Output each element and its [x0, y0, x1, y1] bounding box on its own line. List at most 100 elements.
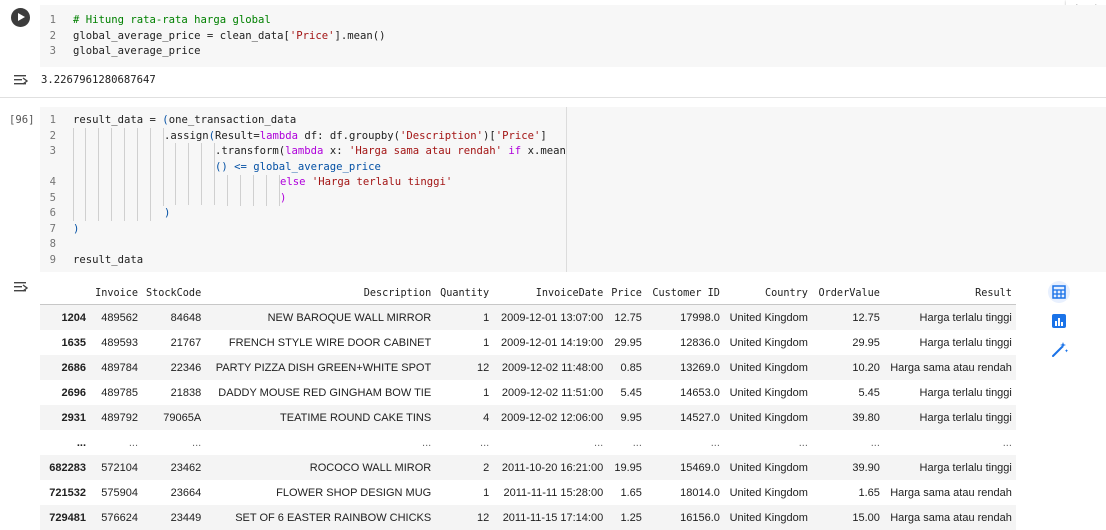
table-cell: 21838	[170, 386, 202, 399]
table-cell: 1.65	[620, 486, 642, 499]
table-cell: ...	[710, 436, 720, 449]
table-cell: 23449	[142, 505, 206, 530]
table-cell: 15.00	[811, 505, 884, 530]
table-cell: United Kingdom	[723, 505, 812, 530]
table-cell: United Kingdom	[729, 336, 808, 349]
table-cell: ...	[128, 436, 138, 449]
column-header: OrderValue	[811, 282, 884, 305]
table-cell: 1.65	[858, 486, 880, 499]
table-cell: ...	[422, 436, 432, 449]
table-cell: 2009-12-02 11:51:00	[501, 386, 604, 399]
table-cell: 489792	[90, 405, 142, 430]
table-cell: ...	[594, 436, 604, 449]
column-header: Invoice	[90, 282, 142, 305]
table-cell: Harga sama atau rendah	[883, 505, 1016, 530]
table-cell: 39.90	[811, 455, 884, 480]
chart-icon	[1052, 314, 1066, 328]
table-cell: Harga sama atau rendah	[883, 355, 1016, 380]
table-cell: 1	[483, 386, 490, 399]
table-cell: 1	[435, 304, 494, 330]
cell-separator	[0, 97, 1106, 98]
table-cell: United Kingdom	[723, 304, 812, 330]
column-header: StockCode	[142, 282, 206, 305]
table-row: 2931 489792 79065A TEATIME ROUND CAKE TINS 4…	[40, 405, 1016, 430]
table-cell: 2	[435, 455, 494, 480]
table-cell: 489785	[101, 386, 138, 399]
magic-suggest-button[interactable]	[1048, 339, 1070, 361]
table-cell: ...	[798, 436, 808, 449]
table-cell: 29.95	[852, 336, 880, 349]
line-numbers-2: 1 2 3 4 5 6 7 8 9	[49, 114, 56, 266]
table-cell: 23664	[170, 486, 202, 499]
table-cell: 2011-11-15 17:14:00	[493, 505, 608, 530]
row-index: 2931	[40, 405, 90, 430]
execution-count: [96]	[9, 114, 35, 126]
table-cell: United Kingdom	[723, 355, 812, 380]
table-cell: United Kingdom	[729, 386, 808, 399]
table-cell: United Kingdom	[729, 486, 808, 499]
table-cell: 1	[483, 336, 490, 349]
table-cell: 489784	[90, 355, 142, 380]
table-cell: 0.85	[607, 355, 646, 380]
table-cell: 15469.0	[645, 455, 724, 480]
table-cell: ...	[480, 436, 490, 449]
run-cell-button[interactable]	[11, 8, 30, 27]
table-cell: Harga terlalu tinggi	[883, 455, 1016, 480]
table-cell: 12	[435, 505, 494, 530]
table-row: 682283 572104 23462 ROCOCO WALL MIROR 2 2011-…	[40, 455, 1016, 480]
table-cell: 2011-11-11 15:28:00	[503, 486, 604, 499]
table-cell: 84648	[142, 304, 206, 330]
table-cell: 572104	[90, 455, 142, 480]
table-cell: Harga terlalu tinggi	[919, 386, 1012, 399]
column-header: Country	[723, 282, 812, 305]
table-header-row: Invoice StockCode Description Quantity I…	[40, 282, 1016, 305]
table-cell: 489593	[101, 336, 138, 349]
editor-ruler	[566, 107, 567, 272]
table-cell: ...	[192, 436, 202, 449]
cell-output-1: 3.2267961280687647	[41, 74, 156, 86]
table-cell: 1	[483, 486, 490, 499]
table-cell: 2009-12-01 13:07:00	[493, 304, 608, 330]
table-cell: 14527.0	[645, 405, 724, 430]
column-header: Result	[883, 282, 1016, 305]
table-cell: ROCOCO WALL MIROR	[205, 455, 436, 480]
table-cell: 22346	[142, 355, 206, 380]
table-cell: 1.25	[607, 505, 646, 530]
table-cell: ...	[870, 436, 880, 449]
column-header: Customer ID	[645, 282, 724, 305]
table-cell: 16156.0	[645, 505, 724, 530]
row-index: 721532	[49, 486, 86, 499]
table-cell: 9.95	[607, 405, 646, 430]
table-cell: 17998.0	[645, 304, 724, 330]
code-text-2[interactable]: result_data = (one_transaction_data .ass…	[73, 113, 566, 268]
table-cell: 4	[435, 405, 494, 430]
table-cell: 29.95	[614, 336, 642, 349]
table-row: 1635 489593 21767 FRENCH STYLE WIRE DOOR CA…	[40, 330, 1016, 355]
table-cell: 14653.0	[680, 386, 720, 399]
table-row: 721532 575904 23664 FLOWER SHOP DESIGN MUG 1…	[40, 480, 1016, 505]
table-cell: FRENCH STYLE WIRE DOOR CABINET	[228, 336, 432, 349]
output-toggle-icon[interactable]	[13, 73, 29, 87]
table-view-button[interactable]	[1048, 281, 1070, 303]
table-cell: Harga terlalu tinggi	[883, 405, 1016, 430]
table-icon	[1052, 285, 1066, 299]
table-cell: 79065A	[142, 405, 206, 430]
column-header	[40, 282, 90, 305]
chart-suggest-button[interactable]	[1048, 310, 1070, 332]
row-index: 729481	[40, 505, 90, 530]
table-cell: 2009-12-02 11:48:00	[493, 355, 608, 380]
row-index: 2696	[61, 386, 86, 399]
table-cell: 2009-12-01 14:19:00	[501, 336, 604, 349]
output-toggle-icon[interactable]	[13, 280, 29, 294]
table-cell: DADDY MOUSE RED GINGHAM BOW TIE	[218, 386, 432, 399]
table-cell: 10.20	[811, 355, 884, 380]
column-header: Price	[607, 282, 646, 305]
table-cell: PARTY PIZZA DISH GREEN+WHITE SPOT	[205, 355, 436, 380]
table-cell: 12.75	[811, 304, 884, 330]
code-cell-1: 1 2 3 # Hitung rata-rata harga global gl…	[0, 0, 1106, 97]
row-index: 1635	[61, 336, 86, 349]
table-cell: ...	[1002, 436, 1012, 449]
table-cell: 489562	[90, 304, 142, 330]
row-index: 2686	[40, 355, 90, 380]
table-row: 2696 489785 21838 DADDY MOUSE RED GINGHAM B…	[40, 380, 1016, 405]
